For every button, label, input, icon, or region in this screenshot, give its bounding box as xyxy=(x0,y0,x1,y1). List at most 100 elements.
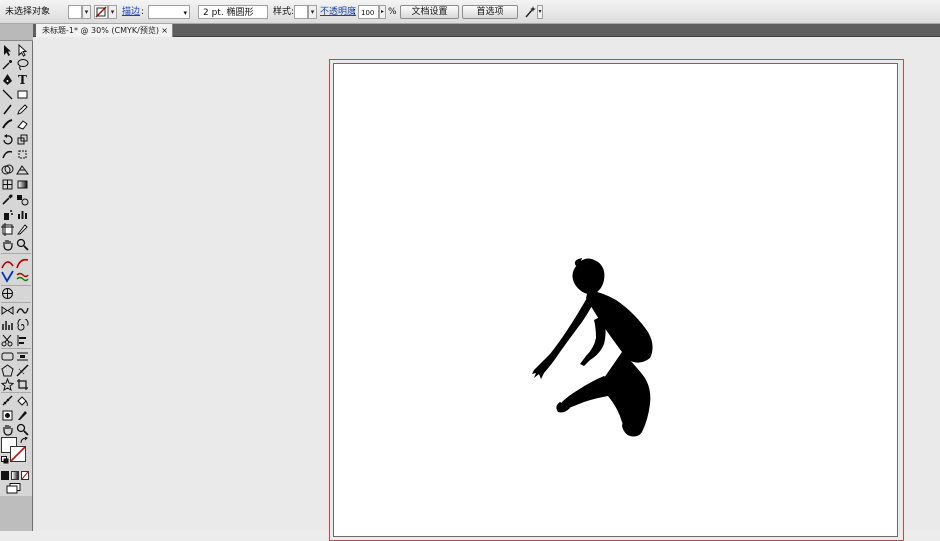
svg-text:T: T xyxy=(18,73,27,86)
symbol-sprayer-tool-icon[interactable] xyxy=(1,208,15,221)
column-graph-tool-icon[interactable] xyxy=(16,208,30,221)
canvas-area[interactable] xyxy=(33,37,940,541)
measure-tool-icon[interactable] xyxy=(1,394,15,407)
smooth-tool-icon[interactable] xyxy=(16,270,30,283)
knife-tool-icon[interactable] xyxy=(16,364,30,377)
tools-panel-grip[interactable] xyxy=(0,24,33,41)
artboard-tool-icon[interactable] xyxy=(1,223,15,236)
document-tab-title: 未标题-1* @ 30% (CMYK/预览) xyxy=(42,26,159,35)
shape-builder-tool-icon[interactable] xyxy=(1,163,15,176)
stroke-weight-field[interactable]: ▾ xyxy=(148,5,190,19)
polygon-tool-icon[interactable] xyxy=(1,364,15,377)
stroke-label-colon: : xyxy=(141,7,145,17)
lasso-tool-icon[interactable] xyxy=(16,58,30,71)
preferences-button[interactable]: 首选项 xyxy=(462,5,518,19)
globe-tool-icon[interactable] xyxy=(1,287,15,300)
stroke-swatch[interactable] xyxy=(94,5,108,19)
gradient-tool-icon[interactable] xyxy=(16,178,30,191)
default-fill-stroke-icon[interactable] xyxy=(1,456,9,464)
opacity-flyout-icon[interactable]: ▸ xyxy=(379,5,386,19)
tools-panel-footer xyxy=(0,496,32,531)
tools-separator xyxy=(1,392,31,393)
warp-tool-icon[interactable] xyxy=(1,148,15,161)
graphic-style-tool-icon[interactable] xyxy=(1,409,15,422)
paintbrush-tool-icon[interactable] xyxy=(1,103,15,116)
swap-fill-stroke-icon[interactable] xyxy=(20,436,30,445)
stroke-label[interactable]: 描边 xyxy=(122,5,140,19)
line-segment-tool-icon[interactable] xyxy=(1,88,15,101)
perspective-grid-tool-icon[interactable] xyxy=(16,163,30,176)
close-tab-icon[interactable]: × xyxy=(161,24,168,37)
tools-separator xyxy=(1,253,31,254)
hand-tool-secondary-icon[interactable] xyxy=(1,423,15,436)
opacity-label-colon: : xyxy=(353,7,357,17)
rectangle-tool-icon[interactable] xyxy=(16,88,30,101)
stroke-weight-dropdown-icon[interactable]: ▾ xyxy=(183,6,187,20)
pen-tool-icon[interactable] xyxy=(1,73,15,86)
style-dropdown-icon[interactable]: ▾ xyxy=(308,5,317,19)
magic-wand-tool-icon[interactable] xyxy=(1,58,15,71)
rounded-rectangle-tool-icon[interactable] xyxy=(1,350,15,363)
gradient-mode-icon[interactable] xyxy=(11,471,19,480)
eyedropper-tool-icon[interactable] xyxy=(1,193,15,206)
document-setup-button[interactable]: 文档设置 xyxy=(400,5,459,19)
stroke-color-box[interactable] xyxy=(10,446,26,462)
panel-menu-icon[interactable]: ▾ xyxy=(537,5,543,19)
reshape-tool-icon[interactable] xyxy=(16,304,30,317)
control-bar: 未选择对象 ▾ ▾ 描边 : ▾ 2 pt. 椭圆形 样式 : ▾ 不透明度 :… xyxy=(0,0,940,24)
opacity-input[interactable]: 100 xyxy=(358,5,379,19)
align-tool-icon[interactable] xyxy=(16,334,30,347)
twirl-tool-icon[interactable] xyxy=(16,319,30,332)
pencil-tool-icon[interactable] xyxy=(16,103,30,116)
pencil-edit-tool-icon[interactable] xyxy=(16,409,30,422)
anchor-point-tool-icon[interactable] xyxy=(16,257,30,270)
style-label: 样式 xyxy=(273,7,292,17)
chart-tool-icon[interactable] xyxy=(1,319,15,332)
opacity-label[interactable]: 不透明度 xyxy=(320,5,356,19)
slice-tool-icon[interactable] xyxy=(16,223,30,236)
blob-brush-tool-icon[interactable] xyxy=(1,118,15,131)
live-paint-bucket-icon[interactable] xyxy=(16,394,30,407)
zoom-tool-icon[interactable] xyxy=(16,238,30,251)
tools-panel: T xyxy=(0,24,33,531)
selection-tool-icon[interactable] xyxy=(1,44,15,57)
rotate-tool-icon[interactable] xyxy=(1,133,15,146)
mesh-tool-icon[interactable] xyxy=(1,178,15,191)
stroke-dropdown-icon[interactable]: ▾ xyxy=(108,5,117,19)
fill-swatch[interactable] xyxy=(68,5,82,19)
brush-value: 2 pt. 椭圆形 xyxy=(203,8,254,18)
fill-dropdown-icon[interactable]: ▾ xyxy=(82,5,91,19)
opacity-unit: % xyxy=(388,7,397,17)
style-swatch[interactable] xyxy=(294,5,308,19)
curvature-tool-icon[interactable] xyxy=(1,257,15,270)
star-tool-icon[interactable] xyxy=(1,378,15,391)
crop-tool-icon[interactable] xyxy=(16,378,30,391)
selection-status: 未选择对象 xyxy=(5,7,51,17)
document-tab[interactable]: 未标题-1* @ 30% (CMYK/预览) × xyxy=(36,24,173,37)
tools-separator xyxy=(1,302,31,303)
eraser-tool-icon[interactable] xyxy=(16,118,30,131)
tools-separator xyxy=(1,285,31,286)
scale-tool-icon[interactable] xyxy=(16,133,30,146)
magic-wand-icon[interactable] xyxy=(524,5,536,19)
width-tool-icon[interactable] xyxy=(1,270,15,283)
jumping-person-silhouette[interactable] xyxy=(530,256,666,438)
brush-definition[interactable]: 2 pt. 椭圆形 xyxy=(198,5,268,19)
no-stroke-icon xyxy=(95,6,107,18)
reflect-tool-icon[interactable] xyxy=(1,304,15,317)
direct-selection-tool-icon[interactable] xyxy=(16,44,30,57)
none-stroke-icon xyxy=(10,446,26,462)
type-tool-icon[interactable]: T xyxy=(16,73,30,86)
blend-tool-icon[interactable] xyxy=(16,193,30,206)
none-mode-icon[interactable] xyxy=(21,471,29,480)
free-transform-tool-icon[interactable] xyxy=(16,148,30,161)
hand-tool-icon[interactable] xyxy=(1,238,15,251)
zoom-tool-secondary-icon[interactable] xyxy=(16,423,30,436)
opacity-value: 100 xyxy=(361,9,375,17)
scissors-tool-icon[interactable] xyxy=(1,334,15,347)
tools-separator xyxy=(1,348,31,349)
screen-mode-icon[interactable] xyxy=(5,483,25,494)
distribute-tool-icon[interactable] xyxy=(16,350,30,363)
color-mode-icon[interactable] xyxy=(1,471,9,480)
artboard[interactable] xyxy=(333,63,898,537)
